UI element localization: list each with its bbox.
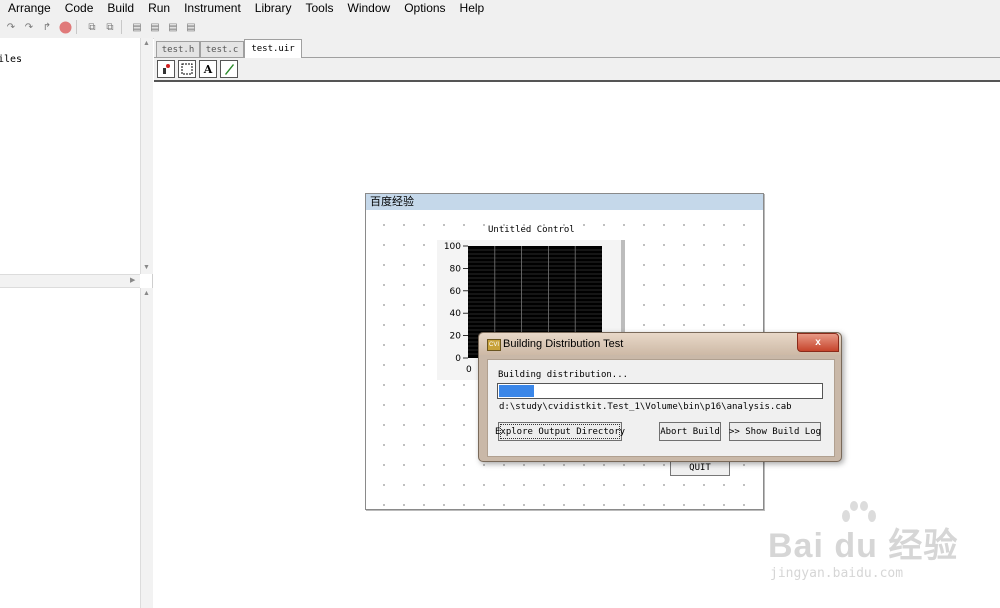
watermark-url: jingyan.baidu.com <box>770 566 904 581</box>
graph-y-ticks: 100 80 60 40 20 0 <box>444 242 468 364</box>
dialog-titlebar[interactable]: CVI Building Distribution Test x <box>479 333 841 355</box>
scroll-right-arrow-icon[interactable]: ▶ <box>130 276 135 284</box>
select-tool-icon[interactable] <box>178 60 196 78</box>
graph-y-tick-label: 20 <box>450 332 462 342</box>
project-tree-pane: iles ▲ ▼ ▶ ▲ <box>0 38 153 608</box>
graph-title: Untitled Control <box>488 225 575 235</box>
uir-editor-toolbar: A <box>154 58 1000 82</box>
building-distribution-dialog: CVI Building Distribution Test x Buildin… <box>478 332 842 462</box>
watermark-logo: Bai du 经验 <box>768 527 959 565</box>
tree-item-files[interactable]: iles <box>0 54 22 65</box>
graph-y-tick-label: 80 <box>450 264 462 274</box>
dialog-title: Building Distribution Test <box>503 338 624 350</box>
tree-vertical-scrollbar[interactable]: ▲ ▼ <box>140 38 153 274</box>
menu-help[interactable]: Help <box>452 1 491 15</box>
toolbar-separator <box>121 20 122 34</box>
panel-title: 百度经验 <box>366 194 763 210</box>
menu-options[interactable]: Options <box>396 1 451 15</box>
graph-y-tick-label: 0 <box>455 354 461 364</box>
tab-test-c[interactable]: test.c <box>200 41 244 57</box>
build-progress-fill <box>499 385 534 397</box>
document-delete-icon[interactable]: ▤ <box>148 20 162 34</box>
toolbar-separator <box>76 20 77 34</box>
main-toolbar: ↷ ↷ ↱ ⧉ ⧉ ▤ ▤ ▤ ▤ <box>0 16 1000 39</box>
document-edit-icon[interactable]: ▤ <box>166 20 180 34</box>
menu-instrument[interactable]: Instrument <box>176 1 247 15</box>
build-status-text: Building distribution... <box>498 370 629 380</box>
menu-run[interactable]: Run <box>140 1 176 15</box>
output-file-path: d:\study\cvidistkit.Test_1\Volume\bin\p1… <box>499 402 792 412</box>
graph-y-tick-label: 100 <box>444 242 461 252</box>
operate-tool-icon[interactable] <box>157 60 175 78</box>
document-icon[interactable]: ▤ <box>130 20 144 34</box>
tab-test-uir[interactable]: test.uir <box>244 39 302 58</box>
baidu-watermark: Bai du 经验 jingyan.baidu.com <box>768 500 978 590</box>
show-build-log-button[interactable]: >> Show Build Log <box>729 422 821 441</box>
graph-y-tick-label: 40 <box>450 309 462 319</box>
watch-icon[interactable]: ⧉ <box>103 20 117 34</box>
step-into-icon[interactable]: ↷ <box>4 20 18 34</box>
editor-tab-bar: test.h test.c test.uir <box>154 38 1000 58</box>
abort-build-button[interactable]: Abort Build <box>659 422 721 441</box>
explore-output-directory-button[interactable]: Explore Output Directory <box>495 422 625 441</box>
menu-tools[interactable]: Tools <box>297 1 339 15</box>
color-tool-icon[interactable] <box>220 60 238 78</box>
step-over-icon[interactable]: ↷ <box>22 20 36 34</box>
scroll-up-arrow-icon[interactable]: ▲ <box>143 290 150 297</box>
breakpoint-icon[interactable]: ⧉ <box>85 20 99 34</box>
menu-arrange[interactable]: Arrange <box>0 1 57 15</box>
menu-bar: Arrange Code Build Run Instrument Librar… <box>0 0 1000 16</box>
menu-code[interactable]: Code <box>57 1 100 15</box>
menu-window[interactable]: Window <box>340 1 397 15</box>
stop-icon[interactable] <box>58 20 72 34</box>
cvi-app-icon: CVI <box>487 339 501 351</box>
graph-y-tick-label: 60 <box>450 287 462 297</box>
close-button[interactable]: x <box>797 333 839 352</box>
lower-pane-vertical-scrollbar[interactable]: ▲ <box>140 288 153 608</box>
project-tree: iles <box>0 38 140 274</box>
scroll-down-arrow-icon[interactable]: ▼ <box>143 264 150 271</box>
document-list-icon[interactable]: ▤ <box>184 20 198 34</box>
graph-x-tick: 0 <box>466 365 472 375</box>
tab-test-h[interactable]: test.h <box>156 41 200 57</box>
build-progress-bar <box>497 383 823 399</box>
menu-library[interactable]: Library <box>247 1 298 15</box>
menu-build[interactable]: Build <box>99 1 140 15</box>
dialog-content: Building distribution... d:\study\cvidis… <box>487 359 835 457</box>
scroll-up-arrow-icon[interactable]: ▲ <box>143 40 150 47</box>
tree-horizontal-scrollbar[interactable]: ▶ <box>0 274 140 288</box>
label-tool-icon[interactable]: A <box>199 60 217 78</box>
step-out-icon[interactable]: ↱ <box>40 20 54 34</box>
